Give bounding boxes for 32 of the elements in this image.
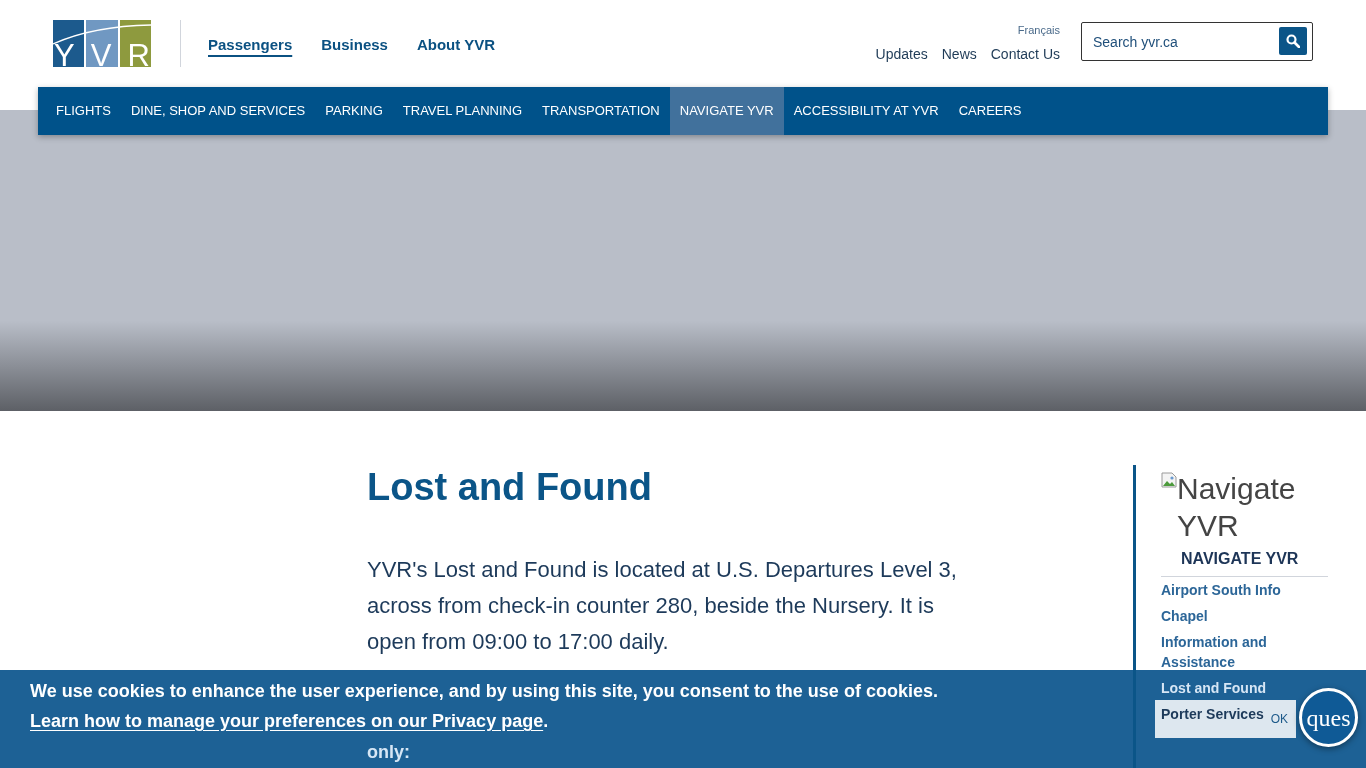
nav-tab[interactable]: CAREERS xyxy=(948,87,1032,135)
audience-tab[interactable]: Business xyxy=(321,35,388,55)
nav-tab[interactable]: TRANSPORTATION xyxy=(532,87,670,135)
nav-tab[interactable]: TRAVEL PLANNING xyxy=(392,87,533,135)
utility-link[interactable]: Contact Us xyxy=(990,45,1060,63)
sidebar-heading: NAVIGATE YVR xyxy=(1181,549,1299,569)
sidebar-link[interactable]: Information and Assistance xyxy=(1161,632,1311,672)
nav-tab[interactable]: PARKING xyxy=(315,87,393,135)
sidebar-link[interactable]: Chapel xyxy=(1161,606,1208,626)
cookie-notice: We use cookies to enhance the user experience, and by using this site, you consent to the use of cookies. Learn how to manage your preferences on our Privacy page. xyxy=(30,680,939,733)
search-button[interactable] xyxy=(1279,27,1307,55)
audience-tab[interactable]: About YVR xyxy=(416,35,495,55)
sidebar-link[interactable]: Airport South Info xyxy=(1161,580,1281,600)
image-alt-text: Navigate YVR xyxy=(1177,471,1297,544)
nav-tab[interactable]: FLIGHTS xyxy=(46,87,121,135)
nav-tab[interactable]: NAVIGATE YVR xyxy=(669,87,784,135)
search-icon xyxy=(1286,34,1300,48)
utility-link[interactable]: News xyxy=(941,45,977,63)
page-title: Lost and Found xyxy=(367,465,653,509)
search-field[interactable]: Search yvr.ca xyxy=(1081,22,1313,61)
audience-tab[interactable]: Passengers xyxy=(208,35,293,55)
utility-link[interactable]: Updates xyxy=(875,45,928,63)
sidebar-link[interactable]: Porter Services xyxy=(1161,704,1264,724)
sidebar-link[interactable]: Lost and Found xyxy=(1161,678,1266,698)
nav-tab[interactable]: DINE, SHOP AND SERVICES xyxy=(120,87,316,135)
broken-image-icon xyxy=(1161,472,1177,488)
nav-tab[interactable]: ACCESSIBILITY AT YVR xyxy=(783,87,949,135)
privacy-link[interactable]: Learn how to manage your preferences on our Privacy page xyxy=(30,711,544,731)
language-link[interactable]: Français xyxy=(1017,23,1060,37)
body-paragraph: YVR's Lost and Found is located at U.S. Departures Level 3, across from check-in counter 280, beside the Nursery. It is open from 09:00 to 17:00 daily. xyxy=(367,556,958,656)
chat-button[interactable]: ques xyxy=(1299,688,1358,747)
body-paragraph: only: xyxy=(367,741,410,763)
